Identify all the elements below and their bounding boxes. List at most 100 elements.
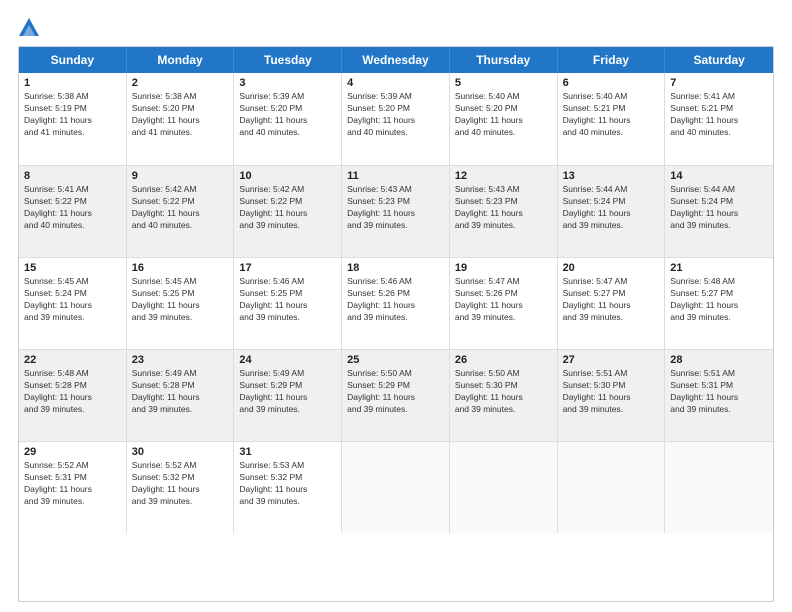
calendar-day-16: 16Sunrise: 5:45 AMSunset: 5:25 PMDayligh… [127, 258, 235, 349]
calendar-row-2: 15 Sunrise: 5:45 AMSunset: 5:24 PMDayligh… [19, 257, 773, 349]
day-number: 10 [239, 170, 336, 182]
day-info: Sunrise: 5:44 AMSunset: 5:24 PMDaylight:… [563, 184, 660, 232]
day-number: 23 [132, 354, 229, 366]
calendar-header: SundayMondayTuesdayWednesdayThursdayFrid… [19, 47, 773, 73]
day-info: Sunrise: 5:47 AMSunset: 5:26 PMDaylight:… [455, 276, 552, 324]
calendar-day-7: 7 Sunrise: 5:41 AMSunset: 5:21 PMDaylight… [665, 73, 773, 165]
header-day-sunday: Sunday [19, 47, 127, 73]
day-number: 11 [347, 170, 444, 182]
calendar-day-21: 21Sunrise: 5:48 AMSunset: 5:27 PMDayligh… [665, 258, 773, 349]
header-day-wednesday: Wednesday [342, 47, 450, 73]
day-info: Sunrise: 5:41 AMSunset: 5:21 PMDaylight:… [670, 91, 768, 139]
calendar-empty-cell [665, 442, 773, 533]
logo-triangle-icon [19, 18, 39, 36]
day-number: 19 [455, 262, 552, 274]
calendar-empty-cell [450, 442, 558, 533]
day-info: Sunrise: 5:46 AMSunset: 5:25 PMDaylight:… [239, 276, 336, 324]
calendar-day-4: 4 Sunrise: 5:39 AMSunset: 5:20 PMDaylight… [342, 73, 450, 165]
day-info: Sunrise: 5:51 AMSunset: 5:30 PMDaylight:… [563, 368, 660, 416]
day-info: Sunrise: 5:51 AMSunset: 5:31 PMDaylight:… [670, 368, 768, 416]
day-number: 1 [24, 77, 121, 89]
calendar-day-15: 15 Sunrise: 5:45 AMSunset: 5:24 PMDayligh… [19, 258, 127, 349]
calendar-day-8: 8 Sunrise: 5:41 AMSunset: 5:22 PMDaylight… [19, 166, 127, 257]
day-number: 8 [24, 170, 121, 182]
calendar-day-11: 11Sunrise: 5:43 AMSunset: 5:23 PMDayligh… [342, 166, 450, 257]
day-number: 17 [239, 262, 336, 274]
day-number: 28 [670, 354, 768, 366]
header [18, 18, 774, 36]
calendar-day-10: 10 Sunrise: 5:42 AMSunset: 5:22 PMDayligh… [234, 166, 342, 257]
day-number: 12 [455, 170, 552, 182]
day-number: 13 [563, 170, 660, 182]
day-info: Sunrise: 5:43 AMSunset: 5:23 PMDaylight:… [455, 184, 552, 232]
calendar-empty-cell [558, 442, 666, 533]
day-info: Sunrise: 5:52 AMSunset: 5:32 PMDaylight:… [132, 460, 229, 508]
day-info: Sunrise: 5:40 AMSunset: 5:20 PMDaylight:… [455, 91, 552, 139]
day-info: Sunrise: 5:44 AMSunset: 5:24 PMDaylight:… [670, 184, 768, 232]
day-number: 3 [239, 77, 336, 89]
day-info: Sunrise: 5:49 AMSunset: 5:28 PMDaylight:… [132, 368, 229, 416]
calendar-day-24: 24Sunrise: 5:49 AMSunset: 5:29 PMDayligh… [234, 350, 342, 441]
calendar-day-23: 23 Sunrise: 5:49 AMSunset: 5:28 PMDayligh… [127, 350, 235, 441]
calendar-row-4: 29Sunrise: 5:52 AMSunset: 5:31 PMDayligh… [19, 441, 773, 533]
calendar-day-19: 19 Sunrise: 5:47 AMSunset: 5:26 PMDayligh… [450, 258, 558, 349]
day-number: 15 [24, 262, 121, 274]
day-number: 22 [24, 354, 121, 366]
day-number: 30 [132, 446, 229, 458]
day-number: 5 [455, 77, 552, 89]
header-day-saturday: Saturday [665, 47, 773, 73]
day-info: Sunrise: 5:38 AMSunset: 5:20 PMDaylight:… [132, 91, 229, 139]
calendar-row-3: 22 Sunrise: 5:48 AMSunset: 5:28 PMDayligh… [19, 349, 773, 441]
calendar-row-1: 8 Sunrise: 5:41 AMSunset: 5:22 PMDaylight… [19, 165, 773, 257]
calendar-day-25: 25 Sunrise: 5:50 AMSunset: 5:29 PMDayligh… [342, 350, 450, 441]
day-info: Sunrise: 5:45 AMSunset: 5:25 PMDaylight:… [132, 276, 229, 324]
day-info: Sunrise: 5:46 AMSunset: 5:26 PMDaylight:… [347, 276, 444, 324]
calendar-day-2: 2 Sunrise: 5:38 AMSunset: 5:20 PMDaylight… [127, 73, 235, 165]
calendar-empty-cell [342, 442, 450, 533]
calendar-day-6: 6Sunrise: 5:40 AMSunset: 5:21 PMDaylight… [558, 73, 666, 165]
day-number: 25 [347, 354, 444, 366]
day-number: 24 [239, 354, 336, 366]
calendar-day-22: 22 Sunrise: 5:48 AMSunset: 5:28 PMDayligh… [19, 350, 127, 441]
calendar-day-12: 12 Sunrise: 5:43 AMSunset: 5:23 PMDayligh… [450, 166, 558, 257]
day-number: 26 [455, 354, 552, 366]
calendar-day-29: 29Sunrise: 5:52 AMSunset: 5:31 PMDayligh… [19, 442, 127, 533]
page: SundayMondayTuesdayWednesdayThursdayFrid… [0, 0, 792, 612]
day-number: 29 [24, 446, 121, 458]
day-info: Sunrise: 5:50 AMSunset: 5:29 PMDaylight:… [347, 368, 444, 416]
calendar-body: 1Sunrise: 5:38 AMSunset: 5:19 PMDaylight… [19, 73, 773, 533]
logo [18, 18, 40, 36]
day-number: 4 [347, 77, 444, 89]
day-info: Sunrise: 5:41 AMSunset: 5:22 PMDaylight:… [24, 184, 121, 232]
calendar-day-14: 14 Sunrise: 5:44 AMSunset: 5:24 PMDayligh… [665, 166, 773, 257]
day-number: 6 [563, 77, 660, 89]
calendar-day-5: 5 Sunrise: 5:40 AMSunset: 5:20 PMDaylight… [450, 73, 558, 165]
day-info: Sunrise: 5:39 AMSunset: 5:20 PMDaylight:… [347, 91, 444, 139]
header-day-tuesday: Tuesday [234, 47, 342, 73]
calendar-day-27: 27Sunrise: 5:51 AMSunset: 5:30 PMDayligh… [558, 350, 666, 441]
day-number: 14 [670, 170, 768, 182]
day-number: 7 [670, 77, 768, 89]
calendar-day-30: 30 Sunrise: 5:52 AMSunset: 5:32 PMDayligh… [127, 442, 235, 533]
day-info: Sunrise: 5:42 AMSunset: 5:22 PMDaylight:… [132, 184, 229, 232]
day-number: 31 [239, 446, 336, 458]
day-info: Sunrise: 5:50 AMSunset: 5:30 PMDaylight:… [455, 368, 552, 416]
day-number: 2 [132, 77, 229, 89]
day-number: 21 [670, 262, 768, 274]
calendar-day-3: 3 Sunrise: 5:39 AMSunset: 5:20 PMDaylight… [234, 73, 342, 165]
header-day-monday: Monday [127, 47, 235, 73]
day-info: Sunrise: 5:42 AMSunset: 5:22 PMDaylight:… [239, 184, 336, 232]
day-number: 9 [132, 170, 229, 182]
calendar-day-9: 9 Sunrise: 5:42 AMSunset: 5:22 PMDaylight… [127, 166, 235, 257]
day-info: Sunrise: 5:39 AMSunset: 5:20 PMDaylight:… [239, 91, 336, 139]
day-info: Sunrise: 5:48 AMSunset: 5:28 PMDaylight:… [24, 368, 121, 416]
day-info: Sunrise: 5:47 AMSunset: 5:27 PMDaylight:… [563, 276, 660, 324]
day-info: Sunrise: 5:53 AMSunset: 5:32 PMDaylight:… [239, 460, 336, 508]
header-day-friday: Friday [558, 47, 666, 73]
calendar-day-17: 17 Sunrise: 5:46 AMSunset: 5:25 PMDayligh… [234, 258, 342, 349]
calendar-row-0: 1Sunrise: 5:38 AMSunset: 5:19 PMDaylight… [19, 73, 773, 165]
calendar: SundayMondayTuesdayWednesdayThursdayFrid… [18, 46, 774, 602]
day-number: 20 [563, 262, 660, 274]
day-info: Sunrise: 5:45 AMSunset: 5:24 PMDaylight:… [24, 276, 121, 324]
calendar-day-28: 28 Sunrise: 5:51 AMSunset: 5:31 PMDayligh… [665, 350, 773, 441]
